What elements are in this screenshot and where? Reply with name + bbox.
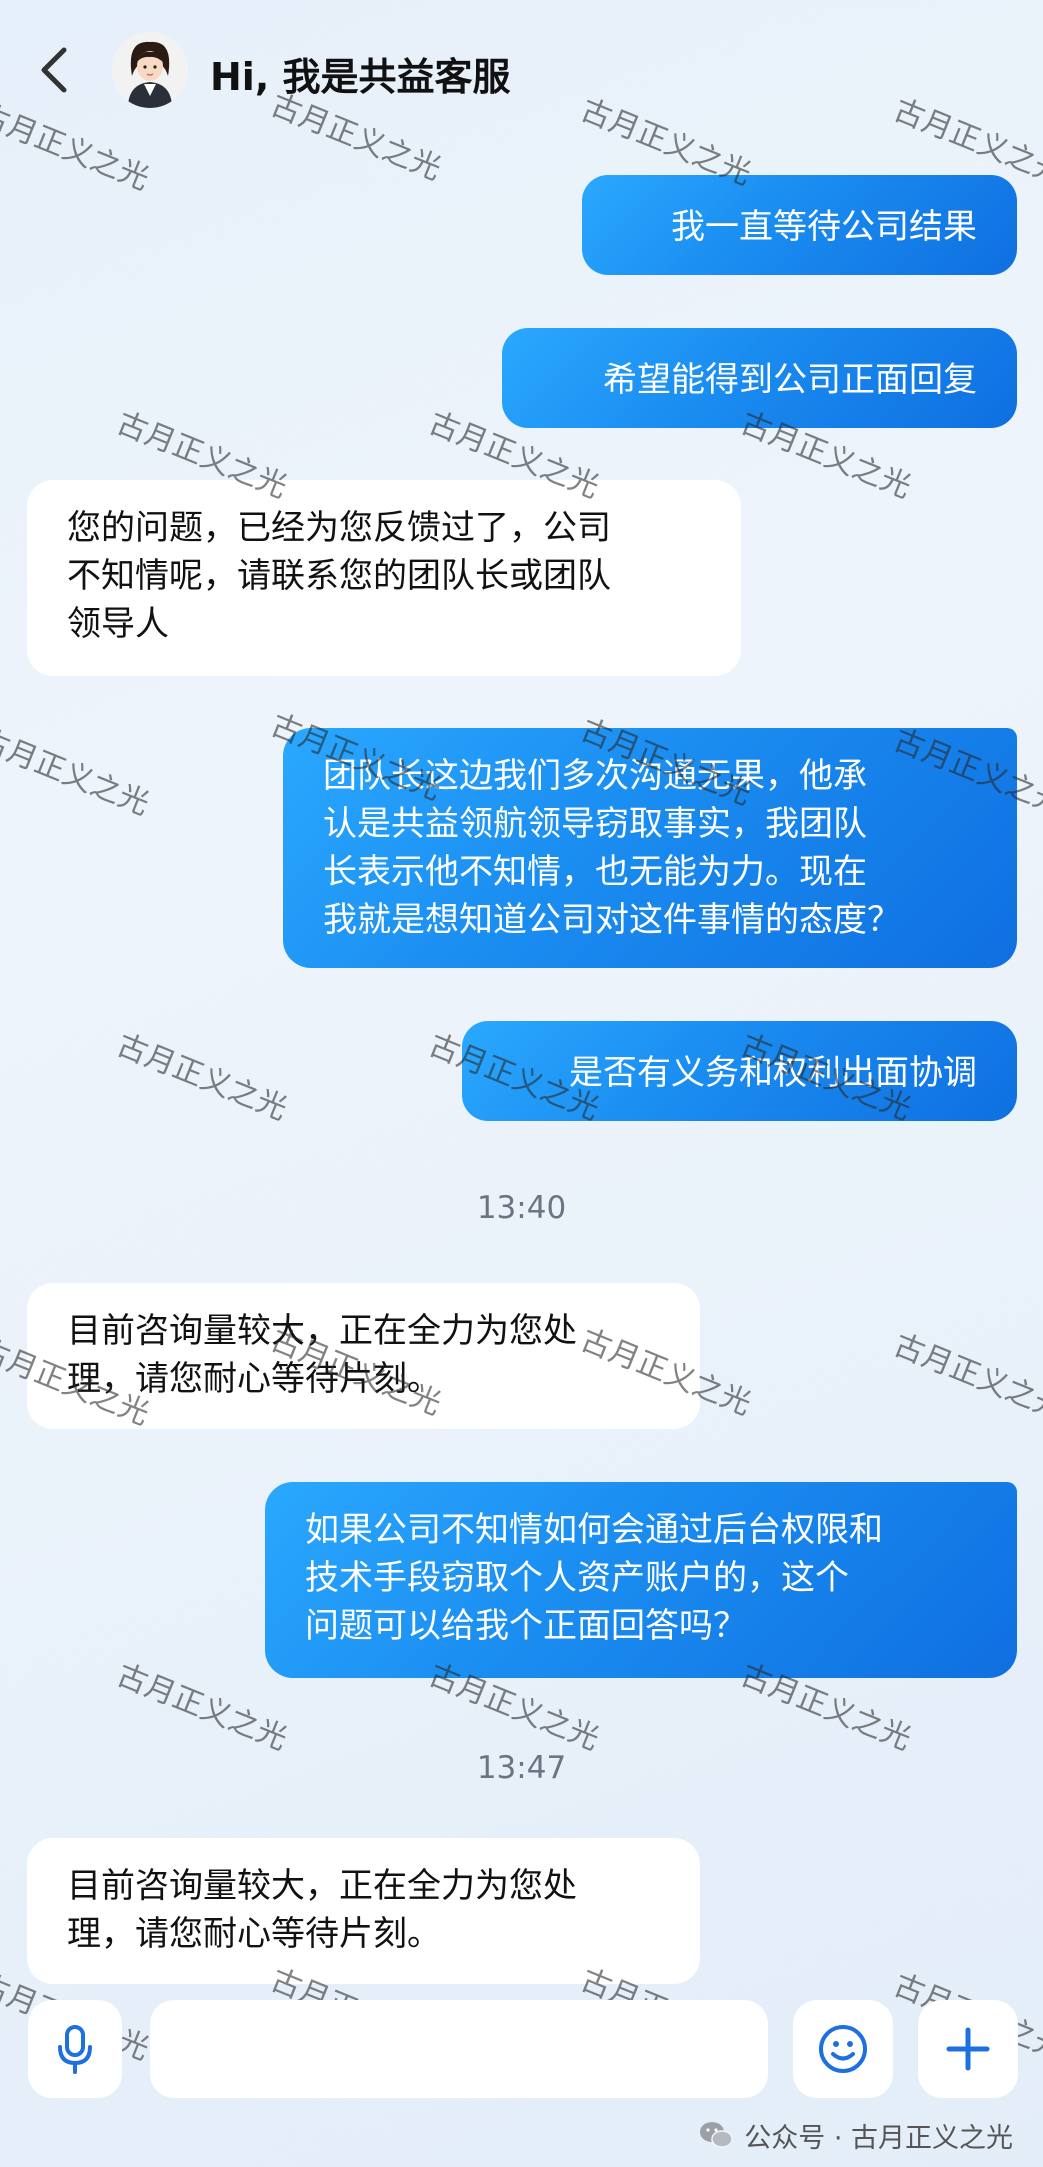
- smiley-icon: [819, 2025, 867, 2073]
- timestamp: 13:47: [476, 1750, 567, 1786]
- chat-title: Hi, 我是共益客服: [210, 55, 511, 99]
- sent-message-bubble[interactable]: 是否有义务和权利出面协调: [462, 1021, 1017, 1121]
- message-text: 希望能得到公司正面回复: [603, 356, 977, 404]
- message-line: 我就是想知道公司对这件事情的态度？: [323, 900, 901, 940]
- message-text: 我一直等待公司结果: [671, 203, 977, 251]
- message-line: 您的问题，已经为您反馈过了，公司: [67, 508, 611, 548]
- message-line: 是否有义务和权利出面协调: [569, 1053, 977, 1093]
- avatar[interactable]: [112, 32, 188, 108]
- sent-message-bubble[interactable]: 我一直等待公司结果: [582, 175, 1017, 275]
- message-line: 问题可以给我个正面回答吗？: [305, 1606, 747, 1646]
- message-text: 如果公司不知情如何会通过后台权限和 技术手段窃取个人资产账户的，这个 问题可以给我个…: [305, 1506, 977, 1650]
- message-line: 理，请您耐心等待片刻。: [67, 1914, 441, 1954]
- message-line: 认是共益领航领导窃取事实，我团队: [323, 804, 867, 844]
- sent-message-bubble[interactable]: 如果公司不知情如何会通过后台权限和 技术手段窃取个人资产账户的，这个 问题可以给我个…: [265, 1482, 1017, 1678]
- watermark-text: 古月正义之光: [111, 1657, 292, 1758]
- input-bar: [0, 1990, 1043, 2110]
- more-button[interactable]: [918, 2000, 1018, 2098]
- message-line: 领导人: [67, 604, 169, 644]
- watermark-text: 古月正义之光: [888, 1327, 1043, 1428]
- voice-button[interactable]: [28, 2000, 122, 2098]
- emoji-button[interactable]: [793, 2000, 893, 2098]
- message-text: 您的问题，已经为您反馈过了，公司 不知情呢，请联系您的团队长或团队 领导人: [67, 504, 707, 648]
- watermark-text: 古月正义之光: [111, 1027, 292, 1128]
- wechat-icon: [700, 2122, 733, 2148]
- sent-message-bubble[interactable]: 希望能得到公司正面回复: [502, 328, 1017, 428]
- received-message-bubble[interactable]: 目前咨询量较大，正在全力为您处 理，请您耐心等待片刻。: [27, 1283, 700, 1429]
- message-line: 目前咨询量较大，正在全力为您处: [67, 1866, 577, 1906]
- agent-avatar-icon: [112, 32, 188, 108]
- microphone-icon: [58, 2025, 92, 2074]
- received-message-bubble[interactable]: 目前咨询量较大，正在全力为您处 理，请您耐心等待片刻。: [27, 1838, 700, 1984]
- message-line: 技术手段窃取个人资产账户的，这个: [305, 1558, 849, 1598]
- footer-text: 公众号 · 古月正义之光: [744, 2122, 1013, 2154]
- message-text: 团队长这边我们多次沟通无果，他承 认是共益领航领导窃取事实，我团队 长表示他不知情，…: [323, 752, 977, 944]
- message-text: 目前咨询量较大，正在全力为您处 理，请您耐心等待片刻。: [67, 1307, 666, 1403]
- message-line: 如果公司不知情如何会通过后台权限和: [305, 1510, 883, 1550]
- message-line: 理，请您耐心等待片刻。: [67, 1359, 441, 1399]
- footer-credit: 公众号 · 古月正义之光: [698, 2110, 1013, 2160]
- sent-message-bubble[interactable]: 团队长这边我们多次沟通无果，他承 认是共益领航领导窃取事实，我团队 长表示他不知情，…: [283, 728, 1017, 968]
- back-button[interactable]: [30, 40, 80, 100]
- message-line: 团队长这边我们多次沟通无果，他承: [323, 756, 867, 796]
- message-line: 希望能得到公司正面回复: [603, 360, 977, 400]
- timestamp: 13:40: [476, 1190, 567, 1226]
- watermark-text: 古月正义之光: [0, 722, 154, 823]
- received-message-bubble[interactable]: 您的问题，已经为您反馈过了，公司 不知情呢，请联系您的团队长或团队 领导人: [27, 480, 741, 676]
- chevron-left-icon: [41, 47, 67, 93]
- chat-header: Hi, 我是共益客服: [0, 0, 1043, 150]
- message-text: 是否有义务和权利出面协调: [569, 1049, 977, 1097]
- message-line: 长表示他不知情，也无能为力。现在: [323, 852, 867, 892]
- message-line: 目前咨询量较大，正在全力为您处: [67, 1311, 577, 1351]
- message-text: 目前咨询量较大，正在全力为您处 理，请您耐心等待片刻。: [67, 1862, 666, 1958]
- message-line: 不知情呢，请联系您的团队长或团队: [67, 556, 611, 596]
- message-line: 我一直等待公司结果: [671, 207, 977, 247]
- message-input[interactable]: [150, 2000, 768, 2098]
- plus-icon: [946, 2027, 990, 2071]
